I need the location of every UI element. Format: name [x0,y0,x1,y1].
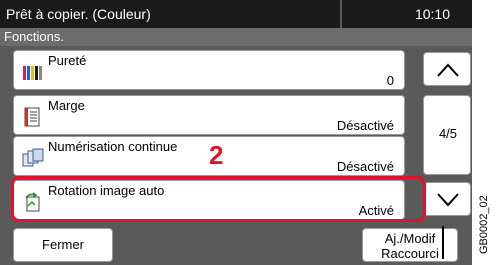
page-indicator-panel: 4/5 [423,95,471,175]
chevron-down-icon [437,193,459,207]
scroll-down-button[interactable] [423,182,471,216]
function-item-purete[interactable]: Pureté 0 [13,50,405,90]
margin-icon [24,107,40,127]
highlight-frame [11,176,426,222]
function-item-marge[interactable]: Marge Désactivé [13,95,405,135]
chevron-up-icon [437,63,459,77]
item-label: Marge [48,98,85,113]
copy-screen: Prêt à copier. (Couleur) 10:10 Fonctions… [0,0,472,265]
close-button[interactable]: Fermer [13,228,113,262]
section-title: Fonctions. [4,29,64,44]
item-value: 0 [386,73,394,88]
item-value: Désactivé [336,118,394,133]
color-density-icon [23,66,42,80]
scroll-up-button[interactable] [423,52,471,86]
item-value: Désactivé [336,159,394,174]
clock: 10:10 [414,6,450,22]
status-separator [340,0,342,28]
item-label: Numérisation continue [48,139,178,154]
continuous-scan-icon [22,148,44,167]
step-number: 2 [209,140,224,170]
callout-line [442,226,444,259]
section-header: Fonctions. [0,28,472,46]
status-bar: Prêt à copier. (Couleur) 10:10 [0,0,472,28]
status-message: Prêt à copier. (Couleur) [6,6,151,22]
page-indicator: 4/5 [438,126,458,141]
figure-id: GB0002_02 [478,195,490,254]
item-label: Pureté [48,53,87,68]
